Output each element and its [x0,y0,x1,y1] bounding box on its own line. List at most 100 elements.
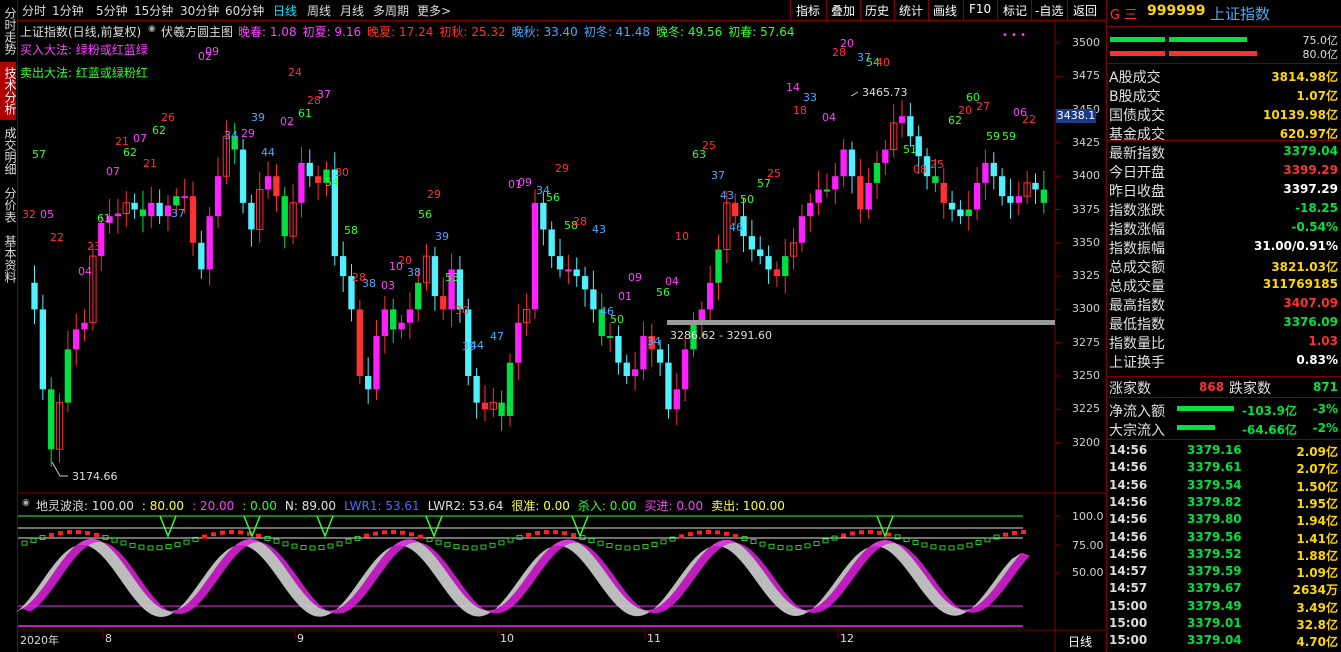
stat-row: A股成交 3814.98亿 [1107,66,1341,86]
sub-indicator-value: : 80.00 [141,499,185,513]
stat-value: 31.00/0.91% [1254,239,1338,253]
stat-row: 昨日收盘 3397.29 [1107,180,1341,200]
svg-text:54: 54 [325,176,339,189]
stat-label: 总成交量 [1109,279,1165,295]
tick-row[interactable]: 14:56 3379.52 1.88亿 [1107,546,1341,563]
sub-indicator-value: N: 89.00 [284,499,337,513]
stat-label: 最低指数 [1109,317,1165,333]
svg-text:50: 50 [740,193,754,206]
sub-tick-75: 75.00 [1072,539,1104,552]
svg-text:27: 27 [976,100,990,113]
stat-value: 1.07亿 [1296,89,1338,103]
stat-row: 最新指数 3379.04 [1107,142,1341,162]
svg-text:04: 04 [78,265,92,278]
svg-text:04: 04 [822,111,836,124]
tick-row[interactable]: 14:57 3379.67 2634万 [1107,580,1341,597]
svg-text:56: 56 [418,208,432,221]
svg-text:09: 09 [628,271,642,284]
flow-value: -64.66亿 [1242,423,1297,437]
tick-time: 14:56 [1109,529,1148,544]
svg-text:22: 22 [50,231,64,244]
tick-row[interactable]: 15:00 3379.49 3.49亿 [1107,598,1341,615]
tick-time: 14:56 [1109,460,1148,475]
stat-value: -18.25 [1295,201,1338,215]
period-label: 日线 [1068,635,1093,649]
tick-volume: 1.95亿 [1296,496,1338,511]
svg-text:62: 62 [152,124,166,137]
kline-chart[interactable]: 32 0522570423610721620721622637020934 2939… [0,0,1106,652]
tick-row[interactable]: 15:00 3379.01 32.8亿 [1107,615,1341,632]
tick-row[interactable]: 14:56 3379.56 1.41亿 [1107,529,1341,546]
tick-row[interactable]: 14:56 3379.61 2.07亿 [1107,459,1341,476]
svg-text:44: 44 [470,339,484,352]
svg-text:05: 05 [40,208,54,221]
svg-text:39: 39 [435,230,449,243]
stat-label: 指数振幅 [1109,241,1165,257]
tick-row[interactable]: 15:00 3379.04 4.70亿 [1107,632,1341,649]
stat-value: 0.83% [1296,353,1338,367]
price-tick: 3300 [1072,302,1100,316]
tick-row[interactable]: 14:56 3379.16 2.09亿 [1107,442,1341,459]
x-label-year: 2020年 [20,634,59,647]
sub-indicator-values: : 100.00: 80.00: 20.00: 0.00 N: 89.00 LWR1… [84,497,793,514]
flow-row: 净流入额 -103.9亿 -3% [1107,400,1341,420]
svg-text:38: 38 [362,277,376,290]
sub-indicator-value: 卖出: 100.00 [711,499,785,513]
stat-label: 昨日收盘 [1109,184,1165,200]
stat-label: 最新指数 [1109,146,1165,162]
stat-label: 总成交额 [1109,260,1165,276]
svg-text:33: 33 [803,91,817,104]
sub-indicator-name[interactable]: 地灵波浪 [36,497,84,514]
stat-value: -0.54% [1291,220,1338,234]
svg-text:39: 39 [251,111,265,124]
tick-price: 3379.82 [1187,494,1242,509]
tick-volume: 32.8亿 [1296,618,1338,632]
stat-row: 总成交额 3821.03亿 [1107,256,1341,276]
svg-text:57: 57 [32,148,46,161]
ratio-bar-green-1 [1110,37,1165,42]
tick-price: 3379.54 [1187,477,1242,492]
stat-value: 3821.03亿 [1271,260,1338,274]
tick-row[interactable]: 14:57 3379.59 1.09亿 [1107,563,1341,580]
flow-pct: -3% [1312,402,1338,416]
ratio-bottom-value: 80.0亿 [1302,48,1339,61]
sub-indicator-value: 买进: 0.00 [644,499,704,513]
tick-volume: 2.07亿 [1296,462,1338,477]
stat-label: 今日开盘 [1109,165,1165,181]
flow-label: 净流入额 [1109,404,1165,420]
svg-text:01: 01 [618,290,632,303]
stat-value: 3407.09 [1283,296,1338,310]
svg-text:10: 10 [675,230,689,243]
low-annotation: 3174.66 [72,470,118,483]
stat-label: 国债成交 [1109,108,1165,124]
sub-indicator-value: LWR1: 53.61 [344,499,420,513]
tick-volume: 1.09亿 [1296,566,1338,581]
svg-text:61: 61 [97,212,111,225]
svg-text:07: 07 [106,165,120,178]
stat-row: B股成交 1.07亿 [1107,85,1341,105]
svg-text:09: 09 [518,176,532,189]
tick-row[interactable]: 14:56 3379.54 1.50亿 [1107,477,1341,494]
stat-label: B股成交 [1109,89,1161,105]
svg-text:40: 40 [876,56,890,69]
svg-text:58: 58 [344,224,358,237]
svg-text:30: 30 [455,304,469,317]
stat-label: 上证换手 [1109,355,1165,371]
svg-text:43: 43 [592,223,606,236]
stat-value: 10139.98亿 [1262,108,1338,122]
tick-price: 3379.80 [1187,512,1242,527]
sub-settings-icon[interactable]: ◉ [22,498,30,508]
svg-text:25: 25 [930,158,944,171]
svg-text:25: 25 [767,167,781,180]
svg-text:22: 22 [1022,113,1036,126]
svg-text:46: 46 [729,221,743,234]
tick-row[interactable]: 14:56 3379.82 1.95亿 [1107,494,1341,511]
svg-text:59: 59 [986,130,1000,143]
price-tick: 3200 [1072,435,1100,449]
decline-label: 跌家数 [1229,381,1271,397]
stat-value: 3814.98亿 [1271,70,1338,84]
tick-row[interactable]: 14:56 3379.80 1.94亿 [1107,511,1341,528]
x-label-dec: 12 [840,632,854,645]
stat-row: 指数涨跌 -18.25 [1107,199,1341,219]
price-tick: 3500 [1072,36,1100,49]
